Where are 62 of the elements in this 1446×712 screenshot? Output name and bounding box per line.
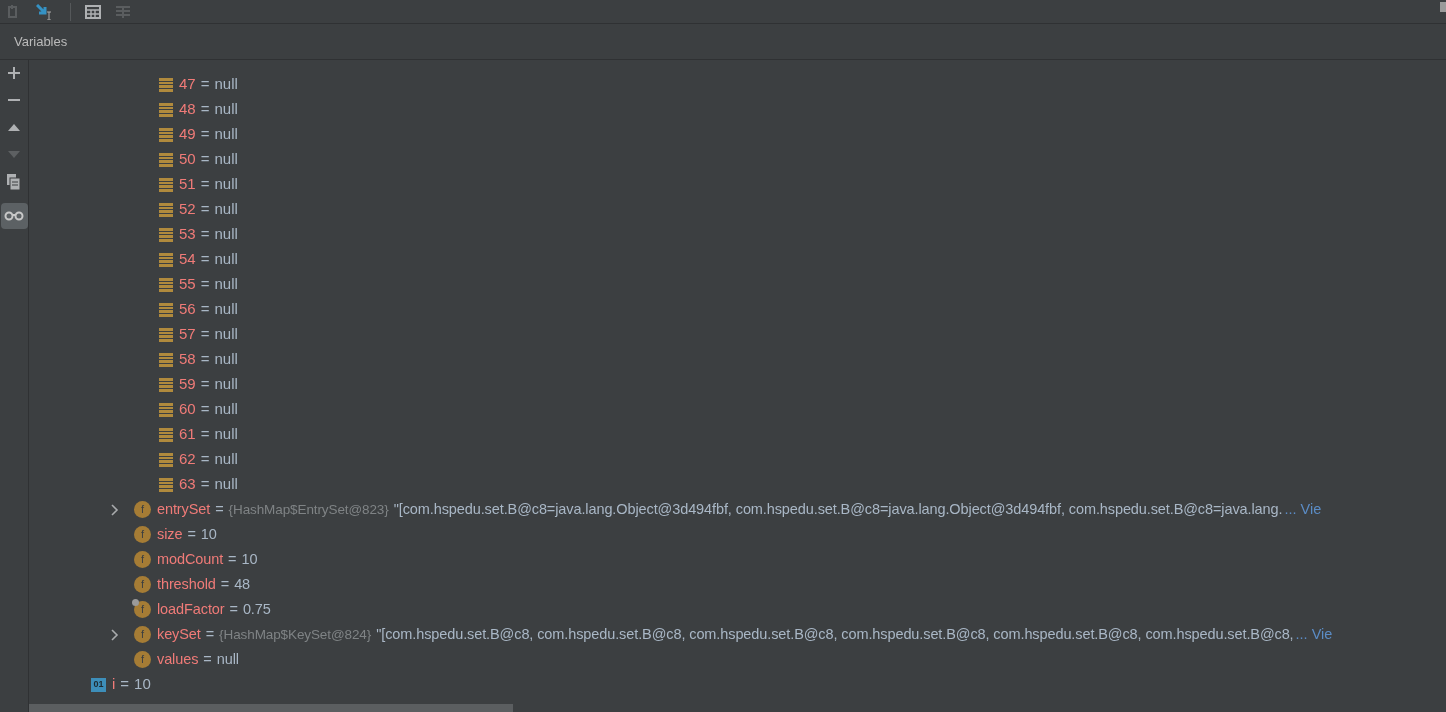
array-element-icon — [159, 352, 173, 367]
variable-entry: 61 = null — [179, 424, 238, 445]
array-element-icon — [159, 152, 173, 167]
array-element-icon — [159, 177, 173, 192]
variable-entry: size = 10 — [157, 524, 217, 544]
array-element-icon — [159, 102, 173, 117]
variable-entry: entrySet = {HashMap$EntrySet@823} "[com.hspedu.set.B@c8=java.lang.Object@3d494fbf, com.hspedu.set.B@c8=java.lang.Object@3d494fbf, com.hspedu.set.B@c8=java.lang. — [157, 499, 1283, 519]
array-element-icon — [159, 327, 173, 342]
variable-entry: threshold = 48 — [157, 574, 251, 594]
copy-icon[interactable] — [7, 174, 21, 190]
array-element-icon — [159, 202, 173, 217]
variable-entry: 62 = null — [179, 449, 238, 470]
field-icon: f — [134, 526, 151, 543]
variable-entry: 52 = null — [179, 199, 238, 220]
variable-entry: keySet = {HashMap$KeySet@824} "[com.hspedu.set.B@c8, com.hspedu.set.B@c8, com.hspedu.set.B@c8, com.hspedu.set.B@c8, com.hspedu.set.B@c8, com.hspedu.set.B@c8, — [157, 624, 1294, 644]
panel-title: Variables — [14, 32, 68, 51]
variable-entry: i = 10 — [112, 674, 151, 695]
table-icon[interactable] — [85, 4, 101, 19]
field-icon: f — [134, 601, 151, 618]
view-link[interactable]: ... Vie — [1284, 498, 1322, 521]
watches-toggle[interactable] — [0, 203, 28, 229]
variable-entry: modCount = 10 — [157, 549, 258, 569]
variable-entry: 59 = null — [179, 374, 238, 395]
array-element-icon — [159, 277, 173, 292]
chevron-right-icon[interactable] — [111, 503, 119, 516]
variable-entry: 54 = null — [179, 249, 238, 270]
variable-entry: 49 = null — [179, 124, 238, 145]
array-element-icon — [159, 302, 173, 317]
variable-entry: 50 = null — [179, 149, 238, 170]
scroll-thumb[interactable] — [1440, 1, 1446, 12]
variable-entry: 51 = null — [179, 174, 238, 195]
array-element-icon — [159, 252, 173, 267]
field-icon: f — [134, 576, 151, 593]
array-element-icon — [159, 77, 173, 92]
glasses-icon — [4, 211, 24, 221]
view-link[interactable]: ... Vie — [1295, 623, 1333, 646]
variable-entry: 47 = null — [179, 74, 238, 95]
field-icon: f — [134, 551, 151, 568]
array-element-icon — [159, 452, 173, 467]
variable-entry: 57 = null — [179, 324, 238, 345]
field-icon: f — [134, 501, 151, 518]
horizontal-scrollbar-thumb[interactable] — [29, 704, 513, 712]
field-icon: f — [134, 626, 151, 643]
array-element-icon — [159, 127, 173, 142]
variable-entry: 48 = null — [179, 99, 238, 120]
variable-entry: loadFactor = 0.75 — [157, 599, 271, 619]
field-icon: f — [134, 651, 151, 668]
primitive-icon: 01 — [91, 677, 106, 692]
plus-icon[interactable] — [7, 66, 21, 80]
array-element-icon — [159, 227, 173, 242]
variable-entry: 56 = null — [179, 299, 238, 320]
array-element-icon — [159, 427, 173, 442]
array-element-icon — [159, 477, 173, 492]
variable-entry: 53 = null — [179, 224, 238, 245]
variable-entry: values = null — [157, 649, 239, 669]
array-element-icon — [159, 402, 173, 417]
variable-entry: 60 = null — [179, 399, 238, 420]
variable-entry: 55 = null — [179, 274, 238, 295]
array-element-icon — [159, 377, 173, 392]
variable-entry: 63 = null — [179, 474, 238, 495]
variable-entry: 58 = null — [179, 349, 238, 370]
chevron-right-icon[interactable] — [111, 628, 119, 641]
